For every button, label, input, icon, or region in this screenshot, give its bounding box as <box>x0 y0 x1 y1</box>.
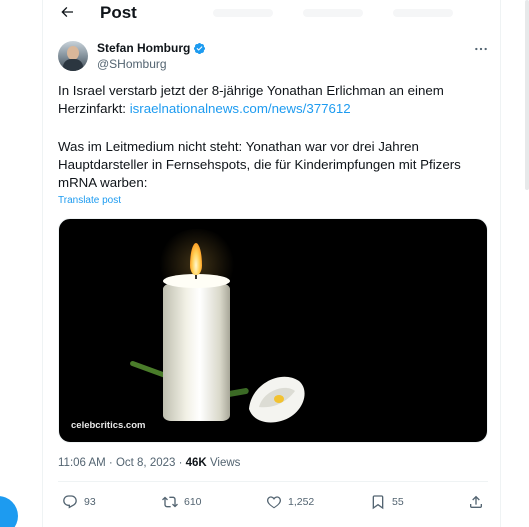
author-name[interactable]: Stefan Homburg <box>97 41 206 55</box>
bookmark-icon <box>372 495 384 510</box>
repost-count: 610 <box>184 496 202 508</box>
reply-button[interactable]: 93 <box>62 490 96 514</box>
repost-button[interactable]: 610 <box>162 490 202 514</box>
calla-lily <box>249 376 305 423</box>
tweet-line: In Israel verstarb jetzt der 8-jährige Y… <box>58 83 444 98</box>
like-count: 1,252 <box>288 496 315 508</box>
more-button[interactable] <box>471 40 491 58</box>
post-timestamp: 11:06 AM · Oct 8, 2023 · 46K Views <box>58 457 240 469</box>
like-button[interactable]: 1,252 <box>266 490 314 514</box>
author-handle[interactable]: @SHomburg <box>97 57 167 71</box>
tweet-media-image[interactable]: celebcritics.com <box>58 218 488 443</box>
left-gutter <box>0 0 42 527</box>
avatar[interactable] <box>58 41 88 71</box>
heart-icon <box>267 496 281 509</box>
more-icon <box>475 47 487 51</box>
image-watermark: celebcritics.com <box>71 420 146 431</box>
page-title: Post <box>100 3 137 22</box>
compose-button[interactable] <box>0 496 18 527</box>
tweet-text: In Israel verstarb jetzt der 8-jährige Y… <box>58 82 488 192</box>
candle <box>163 279 230 421</box>
bookmark-button[interactable]: 55 <box>370 490 404 514</box>
scrollbar[interactable] <box>525 0 529 190</box>
reply-count: 93 <box>84 496 96 508</box>
share-button[interactable] <box>468 490 484 514</box>
faded-header-tabs <box>193 0 493 26</box>
post-header: Post <box>43 0 501 26</box>
post-time[interactable]: 11:06 AM · Oct 8, 2023 · <box>58 457 186 469</box>
back-button[interactable] <box>57 2 77 22</box>
reply-icon <box>63 495 77 509</box>
author-name-text: Stefan Homburg <box>97 41 191 55</box>
translate-post-link[interactable]: Translate post <box>58 195 121 206</box>
article-link[interactable]: israelnationalnews.com/news/377612 <box>130 101 351 116</box>
tweet-line-prefix: Herzinfarkt: <box>58 101 130 116</box>
post-column: Post Stefan Homburg @SHomburg In Israel … <box>42 0 501 527</box>
views-count: 46K <box>185 457 207 469</box>
action-bar: 93 610 1,252 55 <box>58 490 488 514</box>
tweet-line: Herzinfarkt: israelnationalnews.com/news… <box>58 100 488 118</box>
bookmark-count: 55 <box>392 496 404 508</box>
arrow-left-icon <box>61 7 73 17</box>
views-label: Views <box>206 457 241 469</box>
divider <box>58 481 488 482</box>
tweet-line: Hauptdarsteller in Fernsehspots, die für… <box>58 157 461 172</box>
repost-icon <box>162 496 178 508</box>
tweet-line: mRNA warben: <box>58 175 148 190</box>
verified-badge-icon <box>194 42 206 54</box>
tweet-line: Was im Leitmedium nicht steht: Yonathan … <box>58 139 419 154</box>
share-icon <box>470 495 482 508</box>
